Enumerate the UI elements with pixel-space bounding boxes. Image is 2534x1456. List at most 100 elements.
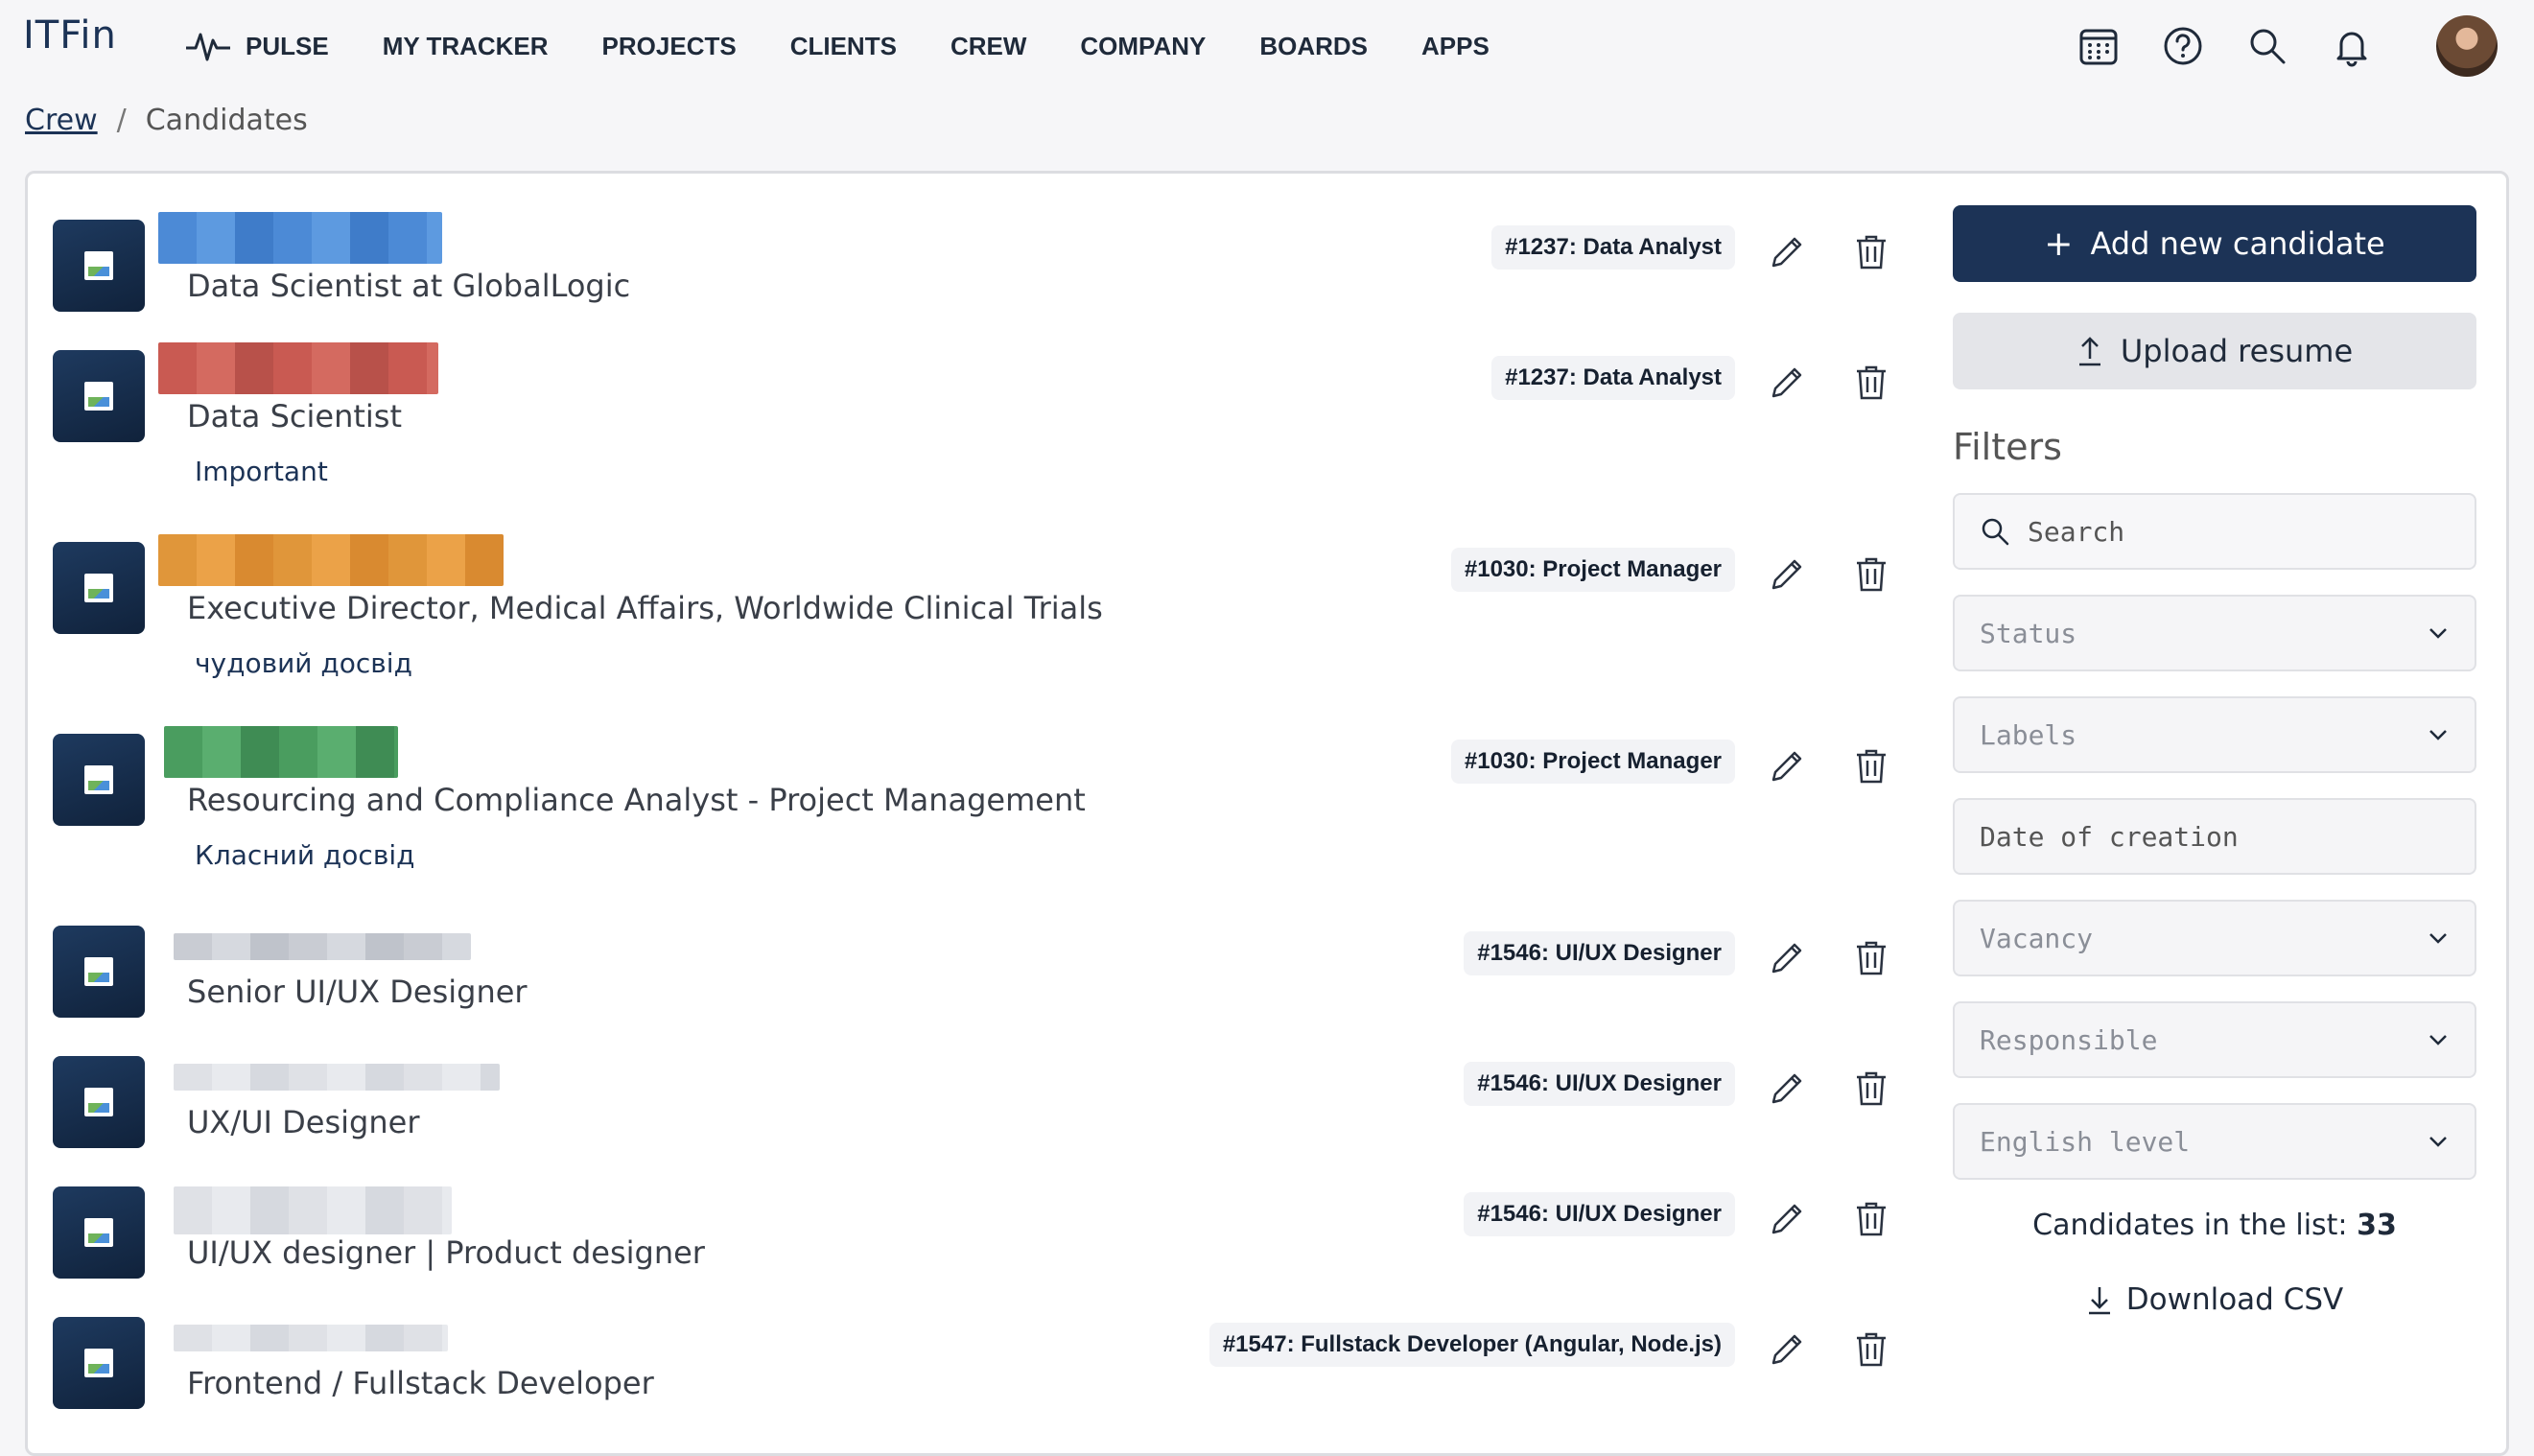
vacancy-badge[interactable]: #1030: Project Manager: [1450, 548, 1735, 592]
trash-icon[interactable]: [1850, 362, 1892, 404]
nav-item-crew[interactable]: CREW: [950, 32, 1026, 61]
candidate-name-redacted[interactable]: [174, 1186, 452, 1234]
candidate-name-redacted[interactable]: [174, 1064, 500, 1091]
candidate-photo: [53, 1056, 145, 1148]
english-placeholder: English level: [1980, 1125, 2191, 1158]
candidate-photo: [53, 1186, 145, 1279]
vacancy-select[interactable]: Vacancy: [1953, 900, 2476, 976]
nav-item-clients[interactable]: CLIENTS: [790, 32, 897, 61]
candidate-photo: [53, 926, 145, 1018]
broken-image-icon: [84, 574, 113, 602]
nav-item-label: CREW: [950, 31, 1027, 60]
nav-item-label: CLIENTS: [789, 31, 897, 60]
edit-icon[interactable]: [1766, 1198, 1808, 1240]
help-icon[interactable]: [2141, 0, 2225, 92]
edit-icon[interactable]: [1766, 1068, 1808, 1110]
candidate-name-redacted[interactable]: [174, 1325, 448, 1351]
nav-item-apps[interactable]: APPS: [1421, 32, 1490, 61]
search-icon[interactable]: [2225, 0, 2310, 92]
edit-icon[interactable]: [1766, 231, 1808, 273]
broken-image-icon: [84, 382, 113, 411]
vacancy-badge[interactable]: #1546: UI/UX Designer: [1464, 931, 1735, 975]
trash-icon[interactable]: [1850, 745, 1892, 787]
nav-item-label: MY TRACKER: [382, 31, 549, 60]
vacancy-badge[interactable]: #1030: Project Manager: [1450, 740, 1735, 784]
nav-item-company[interactable]: COMPANY: [1080, 32, 1206, 61]
edit-icon[interactable]: [1766, 745, 1808, 787]
trash-icon[interactable]: [1850, 937, 1892, 979]
date-of-creation-field[interactable]: Date of creation: [1953, 798, 2476, 875]
app-logo[interactable]: ITFin: [23, 13, 117, 58]
vacancy-badge[interactable]: #1546: UI/UX Designer: [1464, 1062, 1735, 1106]
filters-title: Filters: [1953, 426, 2062, 468]
edit-icon[interactable]: [1766, 937, 1808, 979]
count-value: 33: [2357, 1209, 2397, 1242]
candidate-name-redacted[interactable]: [164, 726, 398, 778]
labels-placeholder: Labels: [1980, 718, 2077, 751]
trash-icon[interactable]: [1850, 1328, 1892, 1371]
vacancy-badge[interactable]: #1547: Fullstack Developer (Angular, Nod…: [1208, 1323, 1735, 1367]
candidate-label: Класний досвід: [195, 839, 415, 871]
candidate-title: UX/UI Designer: [187, 1104, 420, 1140]
edit-icon[interactable]: [1766, 553, 1808, 596]
nav-item-projects[interactable]: PROJECTS: [602, 32, 737, 61]
candidate-name-redacted[interactable]: [158, 342, 438, 394]
calendar-icon[interactable]: [2056, 0, 2141, 92]
broken-image-icon: [84, 765, 113, 794]
candidate-photo: [53, 350, 145, 442]
count-label: Candidates in the list:: [2032, 1209, 2348, 1242]
search-input[interactable]: Search: [1953, 493, 2476, 570]
candidate-title: UI/UX designer | Product designer: [187, 1234, 705, 1271]
candidate-title: Executive Director, Medical Affairs, Wor…: [187, 590, 1103, 626]
download-csv-button[interactable]: Download CSV: [1953, 1282, 2476, 1317]
nav-item-label: PROJECTS: [601, 31, 737, 60]
chevron-down-icon: [2429, 730, 2447, 740]
plus-icon: +: [2044, 223, 2074, 264]
candidate-photo: [53, 542, 145, 634]
breadcrumb: Crew / Candidates: [25, 104, 308, 137]
breadcrumb-current: Candidates: [145, 104, 308, 137]
candidate-label: Important: [195, 456, 328, 487]
trash-icon[interactable]: [1850, 1068, 1892, 1110]
main-nav: PULSE MY TRACKER PROJECTS CLIENTS CREW C…: [184, 0, 1543, 92]
breadcrumb-crew-link[interactable]: Crew: [25, 104, 98, 137]
bell-icon[interactable]: [2310, 0, 2394, 92]
search-icon: [1982, 518, 2009, 546]
edit-icon[interactable]: [1766, 1328, 1808, 1371]
candidate-name-redacted[interactable]: [158, 212, 442, 264]
trash-icon[interactable]: [1850, 1198, 1892, 1240]
candidate-name-redacted[interactable]: [174, 933, 471, 960]
broken-image-icon: [84, 957, 113, 986]
add-candidate-button[interactable]: + Add new candidate: [1953, 205, 2476, 282]
search-placeholder: Search: [2028, 515, 2125, 548]
responsible-placeholder: Responsible: [1980, 1023, 2158, 1056]
nav-item-boards[interactable]: BOARDS: [1259, 32, 1368, 61]
nav-item-label: APPS: [1421, 31, 1490, 60]
edit-icon[interactable]: [1766, 362, 1808, 404]
candidate-title: Data Scientist at GlobalLogic: [187, 268, 631, 304]
labels-select[interactable]: Labels: [1953, 696, 2476, 773]
broken-image-icon: [84, 251, 113, 280]
nav-item-my-tracker[interactable]: MY TRACKER: [383, 32, 549, 61]
candidate-name-redacted[interactable]: [158, 534, 504, 586]
english-level-select[interactable]: English level: [1953, 1103, 2476, 1180]
add-candidate-label: Add new candidate: [2090, 225, 2385, 262]
chevron-down-icon: [2429, 628, 2447, 639]
vacancy-badge[interactable]: #1546: UI/UX Designer: [1464, 1192, 1735, 1236]
broken-image-icon: [84, 1349, 113, 1377]
candidate-title: Data Scientist: [187, 398, 402, 434]
candidate-title: Resourcing and Compliance Analyst - Proj…: [187, 782, 1086, 818]
nav-item-pulse[interactable]: PULSE: [184, 27, 329, 65]
trash-icon[interactable]: [1850, 553, 1892, 596]
responsible-select[interactable]: Responsible: [1953, 1001, 2476, 1078]
upload-resume-button[interactable]: Upload resume: [1953, 313, 2476, 389]
status-select[interactable]: Status: [1953, 595, 2476, 671]
vacancy-badge[interactable]: #1237: Data Analyst: [1491, 356, 1735, 400]
upload-icon: [2078, 337, 2100, 366]
user-avatar[interactable]: [2436, 15, 2498, 77]
candidate-title: Senior UI/UX Designer: [187, 974, 528, 1010]
download-icon: [2088, 1287, 2110, 1315]
vacancy-badge[interactable]: #1237: Data Analyst: [1491, 225, 1735, 270]
trash-icon[interactable]: [1850, 231, 1892, 273]
chevron-down-icon: [2429, 1035, 2447, 1045]
